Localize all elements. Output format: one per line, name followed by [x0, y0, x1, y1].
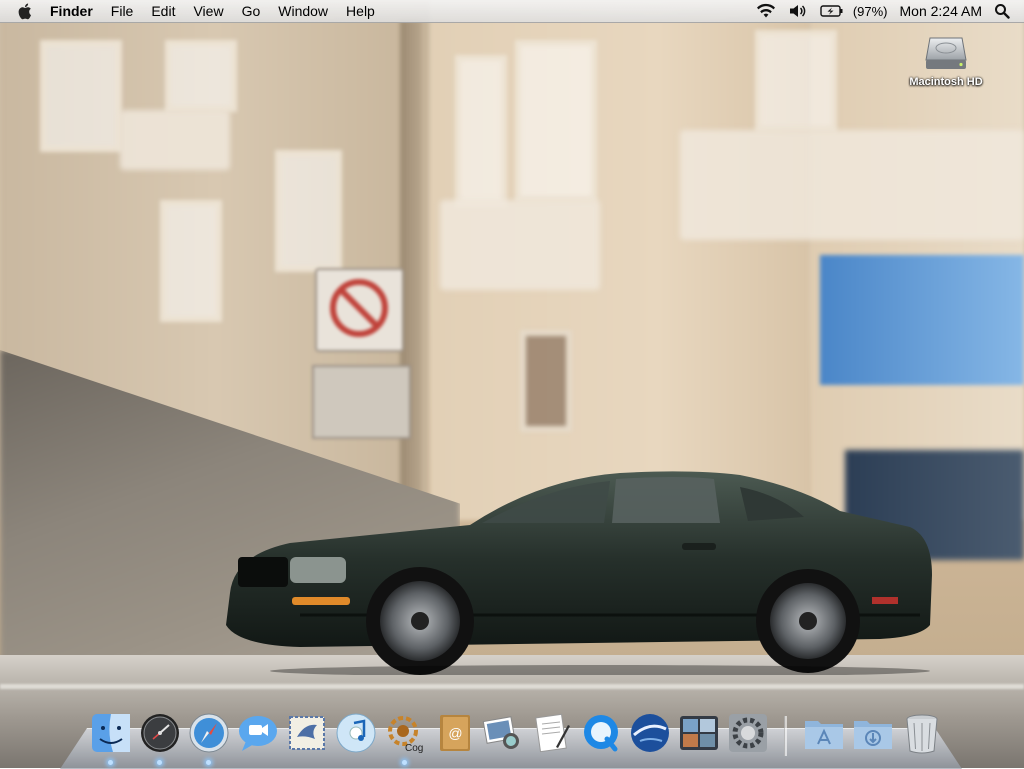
ichat-icon [238, 716, 277, 751]
dock-item-textedit[interactable] [529, 710, 575, 756]
iphoto-icon [482, 716, 519, 749]
dock-item-itunes[interactable] [333, 710, 379, 756]
dock-item-iphoto[interactable] [480, 710, 526, 756]
wallpaper-balcony [680, 130, 1024, 240]
menu-file[interactable]: File [102, 0, 143, 22]
wallpaper-balcony [120, 110, 230, 170]
dock-item-system-preferences[interactable] [725, 710, 771, 756]
spaces-icon [679, 716, 718, 750]
wallpaper-window [515, 40, 597, 202]
wallpaper-window [275, 150, 342, 272]
address-book-icon: @ [439, 715, 470, 751]
dock-item-spaces[interactable] [676, 710, 722, 756]
dock-item-google-earth[interactable] [627, 710, 673, 756]
wallpaper-car [226, 471, 932, 675]
menu-view[interactable]: View [184, 0, 232, 22]
safari-icon [189, 713, 228, 753]
dock-stack-applications[interactable] [801, 710, 847, 756]
menu-clock[interactable]: Mon 2:24 AM [900, 3, 983, 19]
cog-icon: Cog [387, 716, 423, 754]
menu-extras: (97%) Mon 2:24 AM [750, 0, 1024, 22]
volume-icon[interactable] [788, 3, 808, 19]
dock-item-dashboard[interactable] [137, 710, 183, 765]
wallpaper-road-line [0, 684, 1024, 689]
menu-window[interactable]: Window [269, 0, 337, 22]
hard-drive-icon [924, 30, 968, 74]
battery-charging-icon[interactable] [820, 4, 844, 18]
dock-item-address-book[interactable]: @ [431, 710, 477, 756]
applications-folder-icon [804, 721, 843, 749]
finder-icon [91, 714, 130, 752]
wallpaper-window [165, 40, 237, 112]
running-indicator [402, 760, 407, 765]
battery-percent[interactable]: (97%) [853, 4, 888, 19]
google-earth-icon [630, 714, 669, 752]
wallpaper-blue-sign [820, 255, 1024, 385]
wallpaper-window [160, 200, 222, 322]
system-preferences-icon [728, 714, 767, 752]
wallpaper-window [755, 30, 837, 132]
trash-icon [906, 714, 937, 754]
spotlight-search-icon[interactable] [994, 3, 1010, 19]
desktop-icon-macintosh-hd[interactable]: Macintosh HD [898, 30, 994, 88]
dock-item-trash[interactable] [899, 710, 945, 756]
menu-bar: Finder File Edit View Go Window Help (97… [0, 0, 1024, 23]
cog-icon-label: Cog [405, 743, 423, 754]
desktop-icon-label: Macintosh HD [909, 76, 983, 88]
apple-logo-icon[interactable] [18, 2, 36, 20]
wallpaper-balcony [440, 200, 600, 290]
dashboard-icon [140, 714, 179, 752]
desktop-wallpaper [0, 0, 1024, 768]
wallpaper-window [455, 55, 507, 207]
wallpaper-window [40, 40, 122, 152]
dock-item-mail[interactable] [284, 710, 330, 756]
wifi-icon[interactable] [756, 3, 776, 19]
wallpaper-window [520, 330, 572, 432]
itunes-icon [336, 713, 375, 753]
running-indicator [206, 760, 211, 765]
mail-icon [288, 716, 325, 750]
wallpaper-sign [315, 268, 404, 352]
downloads-folder-icon [853, 721, 892, 749]
running-indicator [157, 760, 162, 765]
quicktime-icon [583, 715, 618, 752]
dock-separator [784, 716, 787, 756]
menu-edit[interactable]: Edit [142, 0, 184, 22]
running-indicator [108, 760, 113, 765]
textedit-icon [534, 713, 570, 753]
dock-item-quicktime[interactable] [578, 710, 624, 756]
dock: Cog @ [86, 704, 946, 765]
menu-go[interactable]: Go [233, 0, 270, 22]
menu-help[interactable]: Help [337, 0, 384, 22]
dock-item-ichat[interactable] [235, 710, 281, 756]
menu-app-finder[interactable]: Finder [50, 0, 102, 22]
dock-item-safari[interactable] [186, 710, 232, 765]
dock-item-finder[interactable] [88, 710, 134, 765]
svg-text:@: @ [448, 725, 462, 741]
dock-item-cog[interactable]: Cog [382, 710, 428, 765]
wallpaper-sign [312, 365, 411, 439]
dock-stack-downloads[interactable] [850, 710, 896, 756]
